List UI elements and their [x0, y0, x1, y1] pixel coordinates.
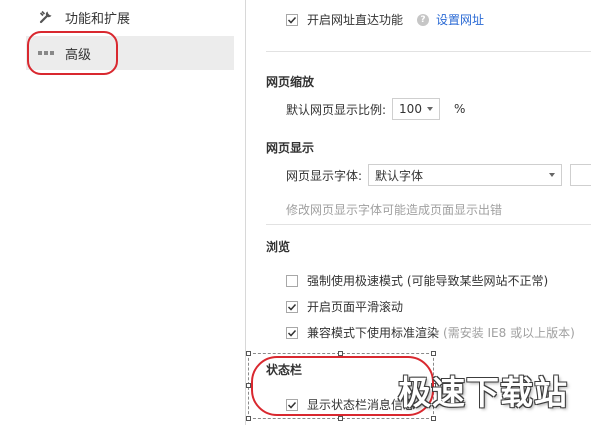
section-divider — [266, 224, 591, 225]
resize-handle[interactable] — [338, 416, 343, 421]
wrench-icon — [37, 8, 55, 26]
font-hint: 修改网页显示字体可能造成页面显示出错 — [286, 203, 503, 217]
browse-option-label: 强制使用极速模式 (可能导致某些网站不正常) — [307, 274, 549, 288]
resize-handle[interactable] — [246, 416, 251, 421]
sidebar-item-extensions[interactable]: 功能和扩展 — [26, 0, 234, 34]
help-icon[interactable]: ? — [417, 13, 430, 26]
zoom-row: 默认网页显示比例: 100 % — [286, 98, 465, 120]
browse-option-note: (需安装 IE8 或以上版本) — [443, 326, 575, 340]
zoom-label: 默认网页显示比例: — [286, 102, 387, 117]
direct-url-row: 开启网址直达功能 ? 设置网址 — [286, 11, 484, 28]
section-divider — [266, 51, 591, 52]
standard-render-checkbox[interactable] — [286, 326, 298, 339]
resize-handle[interactable] — [246, 351, 251, 356]
zoom-section-title: 网页缩放 — [266, 75, 315, 89]
browse-option-row: 兼容模式下使用标准渲染 (需安装 IE8 或以上版本) — [286, 324, 575, 341]
font-label: 网页显示字体: — [286, 168, 363, 183]
zoom-value: 100 — [399, 102, 422, 116]
force-fast-mode-checkbox[interactable] — [286, 274, 298, 287]
smooth-scroll-checkbox[interactable] — [286, 300, 298, 313]
direct-url-checkbox[interactable] — [286, 13, 298, 26]
browse-option-row: 开启页面平滑滚动 — [286, 298, 403, 315]
chevron-down-icon — [549, 173, 556, 177]
chevron-down-icon — [427, 107, 434, 111]
zoom-select[interactable]: 100 — [392, 98, 441, 120]
display-section-title: 网页显示 — [266, 141, 315, 155]
browse-section-title: 浏览 — [266, 240, 291, 254]
browse-option-label: 开启页面平滑滚动 — [307, 300, 404, 314]
font-select[interactable]: 默认字体 — [368, 164, 563, 186]
sidebar-item-label: 功能和扩展 — [65, 11, 131, 27]
watermark: 极速下载站 — [398, 373, 568, 412]
font-size-select[interactable] — [570, 164, 591, 186]
resize-handle[interactable] — [431, 416, 436, 421]
direct-url-label: 开启网址直达功能 — [307, 13, 404, 27]
browse-option-row: 强制使用极速模式 (可能导致某些网站不正常) — [286, 272, 548, 289]
zoom-unit: % — [454, 102, 466, 116]
annotation-oval — [27, 31, 118, 75]
set-url-link[interactable]: 设置网址 — [436, 11, 484, 28]
browse-option-label: 兼容模式下使用标准渲染 — [307, 326, 440, 340]
font-row: 网页显示字体: 默认字体 — [286, 164, 591, 186]
resize-handle[interactable] — [431, 351, 436, 356]
font-value: 默认字体 — [375, 168, 424, 183]
